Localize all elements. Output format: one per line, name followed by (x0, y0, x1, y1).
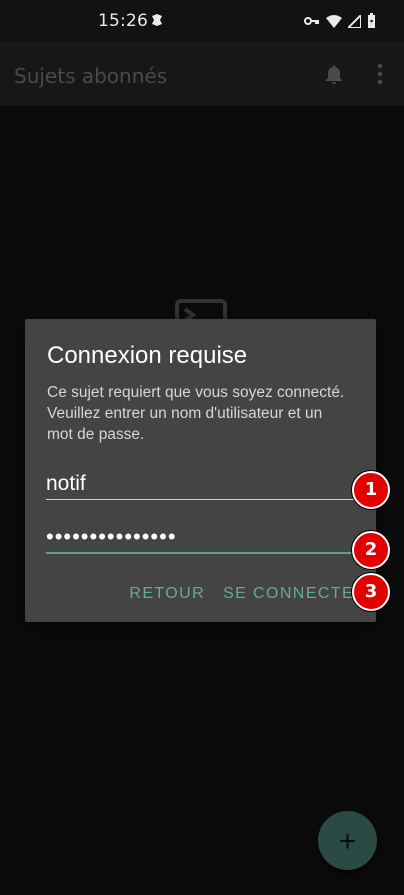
bell-icon[interactable] (322, 62, 346, 86)
username-input[interactable] (46, 469, 359, 500)
notification-icon (152, 14, 162, 26)
more-vert-icon[interactable] (371, 63, 389, 85)
password-input[interactable] (46, 522, 359, 554)
status-icons (304, 12, 376, 30)
dialog-actions: RETOUR SE CONNECTER (120, 583, 376, 605)
key-icon (304, 17, 319, 25)
battery-icon (368, 13, 375, 28)
dialog-title: Connexion requise (47, 342, 248, 369)
dialog-message: Ce sujet requiert que vous soyez connect… (47, 384, 345, 443)
signal-icon (348, 14, 361, 28)
wifi-icon (326, 14, 342, 28)
status-bar: 15:26 (0, 0, 404, 42)
add-icon: + (338, 825, 357, 858)
marker-1: 1 (352, 471, 390, 509)
add-button[interactable]: + (318, 811, 377, 870)
app-title: Sujets abonnés (14, 64, 168, 88)
back-button[interactable]: RETOUR (120, 583, 214, 605)
status-time: 15:26 (98, 11, 148, 31)
login-dialog: Connexion requise Ce sujet requiert que … (25, 319, 376, 622)
marker-3: 3 (352, 573, 390, 611)
marker-2: 2 (352, 531, 390, 569)
